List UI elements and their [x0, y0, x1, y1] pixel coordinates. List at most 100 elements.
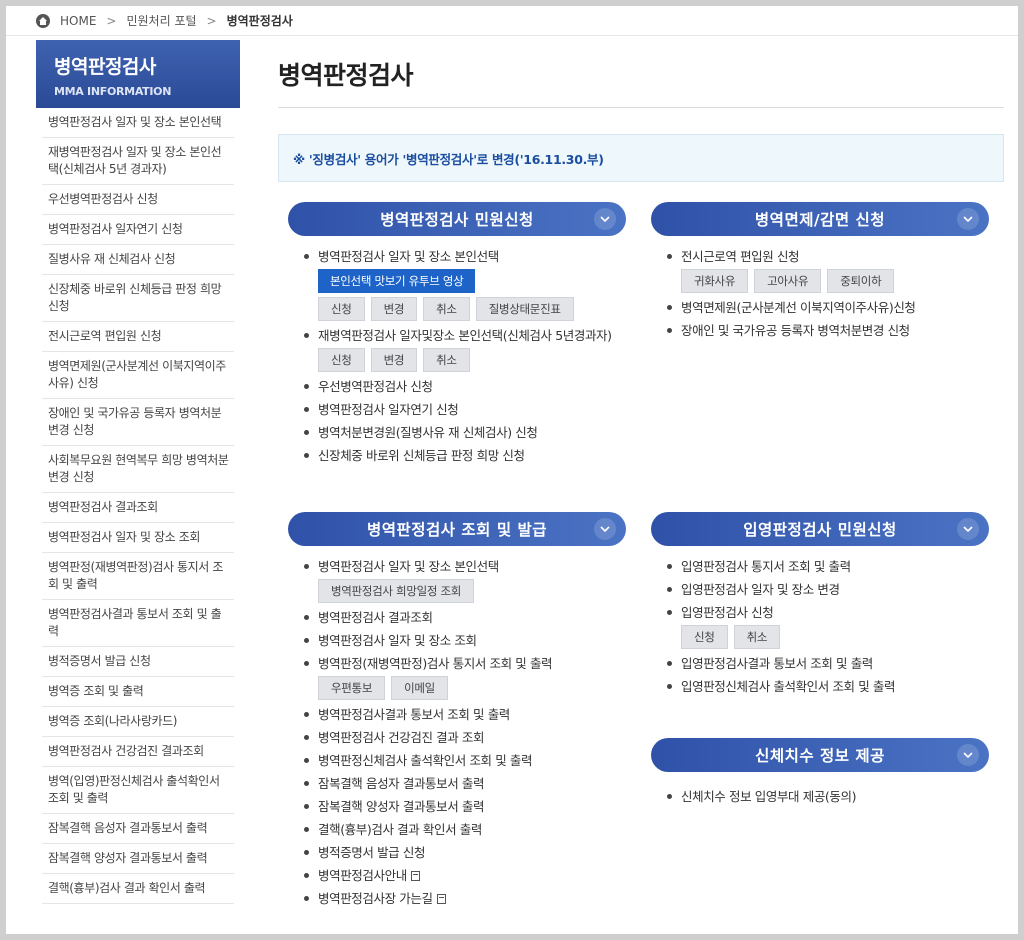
list-item[interactable]: 병역판정검사 건강검진 결과 조회 [304, 729, 626, 746]
sidebar-item[interactable]: 우선병역판정검사 신청 [42, 185, 234, 215]
sidebar-item[interactable]: 신장체중 바로위 신체등급 판정 희망 신청 [42, 275, 234, 322]
section-header[interactable]: 입영판정검사 민원신청 [651, 512, 989, 546]
chevron-down-icon[interactable] [594, 518, 616, 540]
breadcrumb-sep: > [206, 13, 217, 28]
item-label[interactable]: 병역판정검사 일자 및 장소 본인선택 [318, 559, 499, 574]
list-item[interactable]: 입영판정검사 일자 및 장소 변경 [667, 581, 989, 598]
notice-banner: ※ '징병검사' 용어가 '병역판정검사'로 변경('16.11.30.부) [278, 134, 1004, 182]
list-item: 병역판정(재병역판정)검사 통지서 조회 및 출력 우편통보 이메일 [304, 655, 626, 700]
sidebar-item[interactable]: 병역판정(재병역판정)검사 통지서 조회 및 출력 [42, 553, 234, 600]
list-item[interactable]: 입영판정신체검사 출석확인서 조회 및 출력 [667, 678, 989, 695]
item-label[interactable]: 병역판정(재병역판정)검사 통지서 조회 및 출력 [318, 656, 553, 671]
section-header[interactable]: 병역판정검사 민원신청 [288, 202, 626, 236]
list-item[interactable]: 병역판정검사 결과조회 [304, 609, 626, 626]
sidebar-item[interactable]: 사회복무요원 현역복무 희망 병역처분변경 신청 [42, 446, 234, 493]
item-label[interactable]: 병역판정검사 일자 및 장소 본인선택 [318, 249, 499, 264]
chevron-down-icon[interactable] [957, 518, 979, 540]
list-item[interactable]: 병역판정검사 일자연기 신청 [304, 401, 626, 418]
section-body-size-info: 신체치수 정보 제공 신체치수 정보 입영부대 제공(동의) [651, 738, 989, 811]
sidebar-item[interactable]: 잠복결핵 음성자 결과통보서 출력 [42, 814, 234, 844]
item-label[interactable]: 병역판정검사장 가는길 [318, 891, 433, 906]
section-header[interactable]: 신체치수 정보 제공 [651, 738, 989, 772]
list-item[interactable]: 병역판정검사결과 통보서 조회 및 출력 [304, 706, 626, 723]
section-title: 입영판정검사 민원신청 [743, 521, 897, 539]
section-title: 신체치수 정보 제공 [755, 747, 885, 765]
sidebar-item[interactable]: 병역판정검사 일자연기 신청 [42, 215, 234, 245]
chevron-down-icon[interactable] [957, 744, 979, 766]
sidebar-header: 병역판정검사 MMA INFORMATION [36, 40, 240, 108]
cancel-button[interactable]: 취소 [423, 348, 470, 372]
schedule-inquiry-button[interactable]: 병역판정검사 희망일정 조회 [318, 579, 475, 603]
sidebar-item[interactable]: 병적증명서 발급 신청 [42, 647, 234, 677]
item-label[interactable]: 재병역판정검사 일자및장소 본인선택(신체검사 5년경과자) [318, 328, 612, 343]
list-item: 재병역판정검사 일자및장소 본인선택(신체검사 5년경과자) 신청 변경 취소 [304, 327, 626, 372]
button-row: 신청 취소 [681, 625, 989, 649]
sidebar-item[interactable]: 재병역판정검사 일자 및 장소 본인선택(신체검사 5년 경과자) [42, 138, 234, 185]
sidebar-item[interactable]: 질병사유 재 신체검사 신청 [42, 245, 234, 275]
section-title: 병역판정검사 조회 및 발급 [366, 521, 548, 539]
list-item[interactable]: 신장체중 바로위 신체등급 판정 희망 신청 [304, 447, 626, 464]
health-questionnaire-button[interactable]: 질병상태문진표 [475, 297, 574, 321]
sidebar-item[interactable]: 결핵(흉부)검사 결과 확인서 출력 [42, 874, 234, 904]
apply-button[interactable]: 신청 [681, 625, 728, 649]
item-label[interactable]: 입영판정검사 신청 [681, 605, 774, 620]
list-item[interactable]: 병적증명서 발급 신청 [304, 844, 626, 861]
home-icon[interactable] [36, 13, 50, 28]
orphan-button[interactable]: 고아사유 [754, 269, 822, 293]
sidebar-item[interactable]: 병역판정검사결과 통보서 조회 및 출력 [42, 600, 234, 647]
change-button[interactable]: 변경 [370, 348, 418, 372]
postal-button[interactable]: 우편통보 [318, 676, 386, 700]
list-item[interactable]: 결핵(흉부)검사 결과 확인서 출력 [304, 821, 626, 838]
cancel-button[interactable]: 취소 [733, 625, 781, 649]
breadcrumb-home[interactable]: HOME [60, 14, 96, 28]
list-item[interactable]: 잠복결핵 음성자 결과통보서 출력 [304, 775, 626, 792]
item-label[interactable]: 전시근로역 편입원 신청 [681, 249, 800, 264]
sidebar-item[interactable]: 잠복결핵 양성자 결과통보서 출력 [42, 844, 234, 874]
sidebar-item[interactable]: 장애인 및 국가유공 등록자 병역처분변경 신청 [42, 399, 234, 446]
youtube-video-button[interactable]: 본인선택 맛보기 유투브 영상 [318, 269, 476, 293]
section-header[interactable]: 병역판정검사 조회 및 발급 [288, 512, 626, 546]
email-button[interactable]: 이메일 [391, 676, 448, 700]
cancel-button[interactable]: 취소 [423, 297, 470, 321]
list-item[interactable]: 장애인 및 국가유공 등록자 병역처분변경 신청 [667, 322, 989, 339]
sidebar-item[interactable]: 병역판정검사 결과조회 [42, 493, 234, 523]
main-content: 병역판정검사 ※ '징병검사' 용어가 '병역판정검사'로 변경('16.11.… [278, 40, 1004, 182]
page-frame: HOME > 민원처리 포털 > 병역판정검사 병역판정검사 MMA INFOR… [6, 6, 1018, 934]
button-row: 신청 변경 취소 질병상태문진표 [318, 297, 626, 321]
dropout-button[interactable]: 중퇴이하 [827, 269, 895, 293]
sidebar-item[interactable]: 병역판정검사 일자 및 장소 조회 [42, 523, 234, 553]
sidebar-item[interactable]: 병역판정검사 건강검진 결과조회 [42, 737, 234, 767]
sidebar-menu: 병역판정검사 일자 및 장소 본인선택 재병역판정검사 일자 및 장소 본인선택… [36, 108, 240, 904]
naturalization-button[interactable]: 귀화사유 [681, 269, 749, 293]
button-row: 본인선택 맛보기 유투브 영상 [318, 269, 626, 293]
sidebar-item[interactable]: 병역판정검사 일자 및 장소 본인선택 [42, 108, 234, 138]
sidebar-item[interactable]: 병역증 조회 및 출력 [42, 677, 234, 707]
list-item[interactable]: 우선병역판정검사 신청 [304, 378, 626, 395]
section-header[interactable]: 병역면제/감면 신청 [651, 202, 989, 236]
item-label[interactable]: 병역판정검사안내 [318, 868, 407, 883]
sidebar-item[interactable]: 병역면제원(군사분계선 이북지역이주사유) 신청 [42, 352, 234, 399]
sidebar-item[interactable]: 병역증 조회(나라사랑카드) [42, 707, 234, 737]
breadcrumb-sep: > [106, 13, 117, 28]
list-item[interactable]: 신체치수 정보 입영부대 제공(동의) [667, 788, 989, 805]
list-item[interactable]: 입영판정검사 통지서 조회 및 출력 [667, 558, 989, 575]
list-item[interactable]: 병역처분변경원(질병사유 재 신체검사) 신청 [304, 424, 626, 441]
sidebar-item[interactable]: 병역(입영)판정신체검사 출석확인서 조회 및 출력 [42, 767, 234, 814]
breadcrumb-level1[interactable]: 민원처리 포털 [126, 12, 196, 29]
list-item[interactable]: 병역면제원(군사분계선 이북지역이주사유)신청 [667, 299, 989, 316]
section-items: 병역판정검사 일자 및 장소 본인선택 본인선택 맛보기 유투브 영상 신청 변… [288, 236, 626, 464]
chevron-down-icon[interactable] [594, 208, 616, 230]
apply-button[interactable]: 신청 [318, 297, 365, 321]
list-item[interactable]: 병역판정검사장 가는길 [304, 890, 626, 907]
list-item[interactable]: 병역판정신체검사 출석확인서 조회 및 출력 [304, 752, 626, 769]
list-item[interactable]: 잠복결핵 양성자 결과통보서 출력 [304, 798, 626, 815]
change-button[interactable]: 변경 [370, 297, 418, 321]
chevron-down-icon[interactable] [957, 208, 979, 230]
apply-button[interactable]: 신청 [318, 348, 365, 372]
sidebar-item[interactable]: 전시근로역 편입원 신청 [42, 322, 234, 352]
sidebar-title: 병역판정검사 [54, 56, 156, 78]
section-exam-inquiry: 병역판정검사 조회 및 발급 병역판정검사 일자 및 장소 본인선택 병역판정검… [288, 512, 626, 913]
list-item[interactable]: 병역판정검사안내 [304, 867, 626, 884]
list-item[interactable]: 입영판정검사결과 통보서 조회 및 출력 [667, 655, 989, 672]
list-item[interactable]: 병역판정검사 일자 및 장소 조회 [304, 632, 626, 649]
